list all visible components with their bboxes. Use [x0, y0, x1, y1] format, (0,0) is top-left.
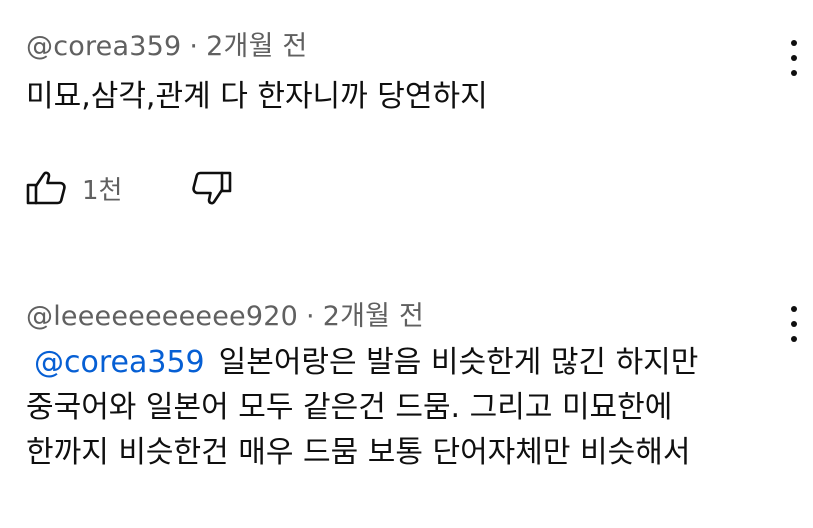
comment-text-line: 한까지 비슷한건 매우 드뭄 보통 단어자체만 비슷해서: [26, 435, 691, 470]
more-vert-icon[interactable]: [781, 40, 807, 76]
comment-text-segment: 일본어랑은 발음 비슷한게 많긴 하지만: [218, 345, 699, 380]
comment-timestamp[interactable]: 2개월 전: [323, 301, 424, 332]
comment-author[interactable]: @leeeeeeeeeee920: [26, 301, 298, 332]
comment-actions: 1천: [26, 166, 232, 210]
like-count: 1천: [82, 175, 123, 206]
comment-2: @leeeeeeeeeee920 · 2개월 전 @corea359 일본어랑은 발음…: [0, 282, 813, 528]
comment-header: @leeeeeeeeeee920 · 2개월 전: [26, 294, 424, 333]
comment-text: 미묘,삼각,관계 다 한자니까 당연하지: [26, 74, 753, 119]
comment-text: @corea359 일본어랑은 발음 비슷한게 많긴 하지만 중국어와 일본어 모…: [26, 340, 753, 475]
like-button[interactable]: 1천: [26, 170, 122, 207]
meta-separator: ·: [305, 301, 315, 332]
comment-timestamp[interactable]: 2개월 전: [206, 31, 307, 62]
comment-header: @corea359 · 2개월 전: [26, 24, 307, 63]
mention-link[interactable]: @corea359: [34, 345, 205, 380]
comment-text-line: @corea359 일본어랑은 발음 비슷한게 많긴 하지만: [26, 340, 753, 385]
more-vert-icon[interactable]: [781, 306, 807, 342]
comment-author[interactable]: @corea359: [26, 31, 181, 62]
thumbs-up-icon: [26, 171, 66, 205]
comment-text-line: 중국어와 일본어 모두 같은건 드뭄. 그리고 미묘한에: [26, 390, 673, 425]
dislike-button[interactable]: [190, 170, 232, 206]
comment-1: @corea359 · 2개월 전 미묘,삼각,관계 다 한자니까 당연하지 1천: [0, 0, 813, 262]
comment-text-line: 미묘,삼각,관계 다 한자니까 당연하지: [26, 79, 488, 114]
meta-separator: ·: [189, 31, 199, 62]
thumbs-down-icon: [192, 171, 232, 205]
